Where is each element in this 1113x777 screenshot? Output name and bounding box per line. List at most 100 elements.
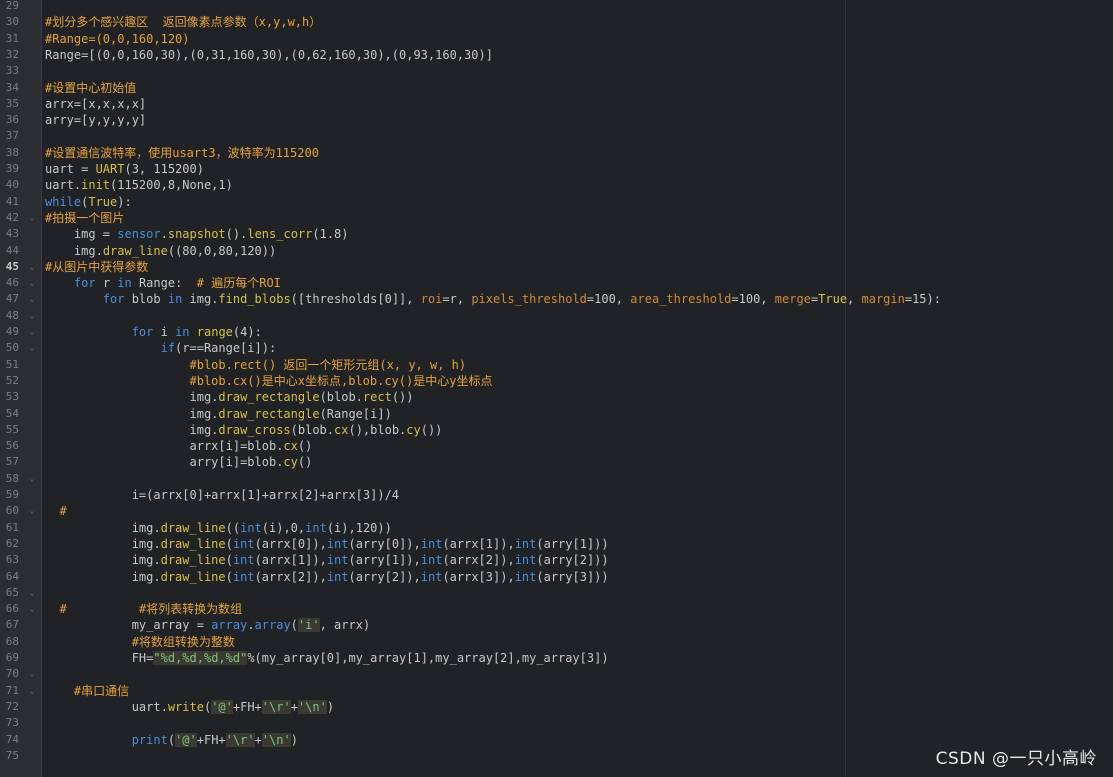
code-token: draw_rectangle	[218, 390, 320, 405]
code-line[interactable]: 61 img.draw_line((int(i),0,int(i),120))	[6, 520, 1113, 536]
code-line[interactable]: 72 uart.write('@'+FH+'\r'+'\n')	[6, 699, 1113, 715]
line-number: 45	[5, 259, 19, 273]
code-text: uart.write('@'+FH+'\r'+'\n')	[45, 699, 334, 715]
code-line[interactable]: 44 img.draw_line((80,0,80,120))	[6, 243, 1113, 259]
code-line[interactable]: 73	[6, 715, 1113, 731]
code-line[interactable]: 70 ⌄	[6, 666, 1113, 682]
fold-chevron-icon[interactable]: ⌄	[28, 344, 36, 352]
code-line[interactable]: 39 uart = UART(3, 115200)	[6, 161, 1113, 177]
code-token: (	[225, 536, 233, 551]
fold-chevron-icon[interactable]: ⌄	[28, 262, 36, 271]
code-token: int	[240, 520, 262, 535]
code-token: (arry[1]))	[536, 536, 609, 551]
code-token: int	[420, 553, 443, 568]
fold-chevron-icon[interactable]: ⌄	[28, 588, 36, 597]
code-line[interactable]: 71 ⌄ #串口通信	[6, 683, 1113, 699]
code-line[interactable]: 66 ⌄ # #将列表转换为数组	[6, 601, 1113, 617]
code-line[interactable]: 52 #blob.cx()是中心x坐标点,blob.cy()是中心y坐标点	[6, 373, 1113, 389]
code-editor[interactable]: 29 30 #划分多个感兴趣区 返回像素点参数（x,y,w,h） 31 #Range=(…	[0, 0, 1113, 777]
code-line[interactable]: 30 #划分多个感兴趣区 返回像素点参数（x,y,w,h）	[6, 14, 1113, 30]
code-line[interactable]: 56 arrx[i]=blob.cx()	[6, 438, 1113, 454]
code-text: for i in range(4):	[45, 324, 262, 340]
code-line[interactable]: 37	[6, 128, 1113, 144]
code-token: (	[290, 618, 298, 633]
code-line[interactable]: 68 #将数组转换为整数	[6, 634, 1113, 650]
code-line[interactable]: 35 arrx=[x,x,x,x]	[6, 96, 1113, 112]
code-line[interactable]: 48 ⌄	[6, 308, 1113, 324]
line-number: 50	[5, 341, 19, 355]
code-text: #从图片中获得参数	[45, 259, 148, 275]
fold-chevron-icon[interactable]: ⌄	[28, 295, 36, 303]
code-token: int	[232, 569, 255, 584]
code-line[interactable]: 29	[6, 0, 1113, 14]
code-line[interactable]: 49 ⌄ for i in range(4):	[6, 324, 1113, 340]
code-line[interactable]: 50 ⌄ if(r==Range[i]):	[6, 340, 1113, 356]
code-token: img.	[189, 390, 219, 405]
fold-chevron-icon[interactable]: ⌄	[28, 213, 36, 222]
code-line[interactable]: 33	[6, 63, 1113, 79]
code-line[interactable]: 58 ⌄	[6, 471, 1113, 487]
code-token: area_threshold	[630, 292, 732, 307]
fold-chevron-icon[interactable]: ⌄	[28, 686, 36, 695]
code-line[interactable]: 46 ⌄ for r in Range: # 遍历每个ROI	[6, 275, 1113, 291]
code-line[interactable]: 40 uart.init(115200,8,None,1)	[6, 177, 1113, 193]
code-token: (r==Range[i]):	[175, 341, 277, 356]
code-line[interactable]: 62 img.draw_line(int(arrx[0]),int(arry[0…	[6, 536, 1113, 552]
fold-chevron-icon[interactable]: ⌄	[28, 670, 36, 678]
line-number: 55	[5, 422, 19, 436]
code-line[interactable]: 32 Range=[(0,0,160,30),(0,31,160,30),(0,6…	[6, 47, 1113, 63]
code-token: # #将列表转换为数组	[59, 602, 243, 617]
code-token: while	[45, 194, 82, 209]
fold-chevron-icon[interactable]: ⌄	[28, 311, 36, 320]
code-token: (arrx[3]),	[442, 569, 515, 584]
code-token: 'i'	[297, 618, 320, 633]
code-line[interactable]: 51 #blob.rect() 返回一个矩形元组(x, y, w, h)	[6, 357, 1113, 373]
code-line[interactable]: 69 FH="%d,%d,%d,%d"%(my_array[0],my_arra…	[6, 650, 1113, 666]
code-line[interactable]: 42 ⌄ #拍摄一个图片	[6, 210, 1113, 226]
code-text: uart.init(115200,8,None,1)	[45, 177, 233, 193]
code-token: if	[160, 341, 176, 356]
code-line[interactable]: 54 img.draw_rectangle(Range[i])	[6, 406, 1113, 422]
fold-chevron-icon[interactable]: ⌄	[28, 328, 36, 336]
fold-chevron-icon[interactable]: ⌄	[28, 474, 36, 483]
code-line[interactable]: 57 arry[i]=blob.cy()	[6, 454, 1113, 470]
code-token: pixels_threshold	[471, 292, 587, 307]
code-line[interactable]: 63 img.draw_line(int(arrx[1]),int(arry[1…	[6, 552, 1113, 568]
code-line[interactable]: 60 ⌄ #	[6, 503, 1113, 519]
code-line[interactable]: 38 #设置通信波特率，使用usart3，波特率为115200	[6, 145, 1113, 161]
line-number: 66	[5, 602, 19, 616]
code-line[interactable]: 43 img = sensor.snapshot().lens_corr(1.8…	[6, 226, 1113, 242]
code-line[interactable]: 65 ⌄	[6, 585, 1113, 601]
code-token: '\r'	[225, 732, 255, 747]
fold-chevron-icon[interactable]: ⌄	[28, 279, 36, 287]
code-token: cy	[406, 422, 421, 437]
fold-chevron-icon[interactable]: ⌄	[28, 605, 36, 613]
code-token: (4):	[232, 325, 262, 339]
code-token: ()	[297, 439, 313, 454]
code-line[interactable]: 31 #Range=(0,0,160,120)	[6, 31, 1113, 47]
code-token: init	[81, 178, 111, 193]
code-line[interactable]: 55 img.draw_cross(blob.cx(),blob.cy())	[6, 422, 1113, 438]
code-line[interactable]: 59 i=(arrx[0]+arrx[1]+arrx[2]+arrx[3])/4	[6, 487, 1113, 503]
code-line[interactable]: 41 while(True):	[6, 194, 1113, 210]
code-line[interactable]: 34 #设置中心初始值	[6, 80, 1113, 96]
code-area[interactable]: 29 30 #划分多个感兴趣区 返回像素点参数（x,y,w,h） 31 #Range=(…	[6, 0, 1113, 777]
code-line[interactable]: 45 ⌄ #从图片中获得参数	[6, 259, 1113, 275]
code-token: %(my_array[0],my_array[1],my_array[2],my…	[247, 651, 609, 665]
code-text: #设置通信波特率，使用usart3，波特率为115200	[45, 145, 319, 161]
fold-chevron-icon[interactable]: ⌄	[28, 507, 36, 515]
code-line[interactable]: 67 my_array = array.array('i', arrx)	[6, 617, 1113, 633]
code-token: int	[514, 553, 537, 568]
code-token: )	[290, 732, 298, 747]
code-text: while(True):	[45, 194, 132, 210]
code-line[interactable]: 64 img.draw_line(int(arrx[2]),int(arry[2…	[6, 569, 1113, 585]
code-text: for r in Range: # 遍历每个ROI	[45, 275, 281, 291]
code-line[interactable]: 53 img.draw_rectangle(blob.rect())	[6, 389, 1113, 405]
code-line[interactable]: 36 arry=[y,y,y,y]	[6, 112, 1113, 128]
line-number: 32	[5, 47, 19, 61]
code-line[interactable]: 47 ⌄ for blob in img.find_blobs([threshol…	[6, 291, 1113, 307]
code-text: img.draw_line((int(i),0,int(i),120))	[45, 520, 392, 536]
